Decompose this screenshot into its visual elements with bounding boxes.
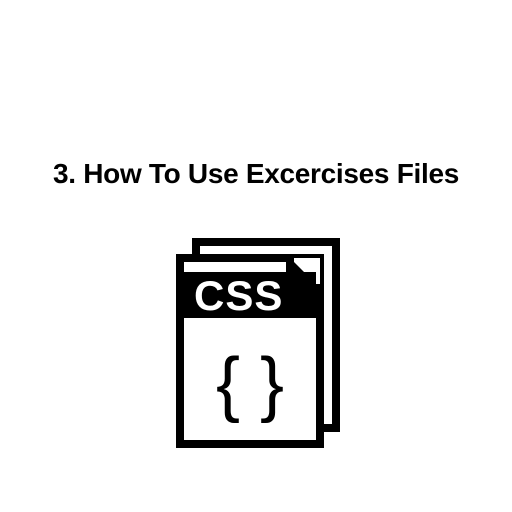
css-file-icon: CSS { }: [166, 238, 346, 448]
svg-text:CSS: CSS: [194, 272, 283, 319]
page-title: 3. How To Use Excercises Files: [0, 158, 512, 190]
svg-text:{ }: { }: [216, 344, 284, 424]
